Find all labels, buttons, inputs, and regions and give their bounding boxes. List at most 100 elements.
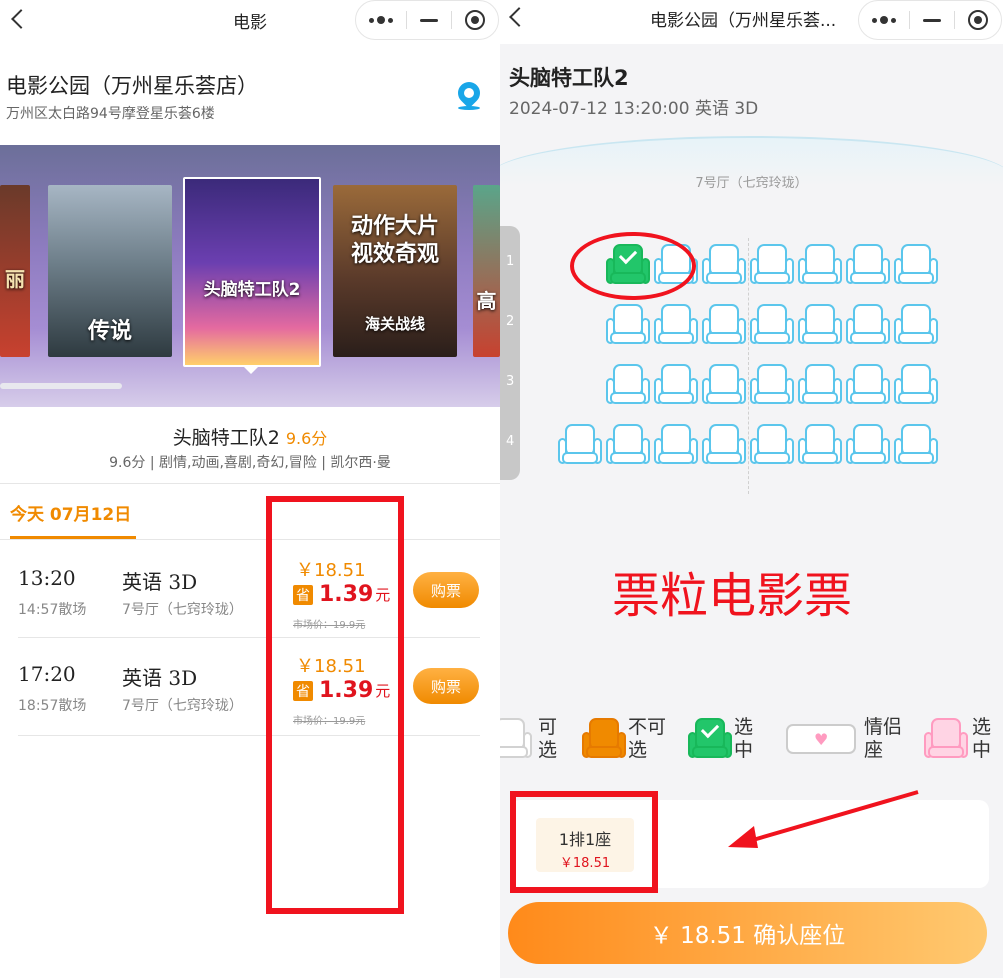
poster-3-title: 头脑特工队2 bbox=[203, 280, 301, 300]
seat-available[interactable] bbox=[894, 304, 938, 348]
seat-available[interactable] bbox=[894, 424, 938, 468]
seat-available[interactable] bbox=[702, 244, 746, 288]
show-end-time: 14:57散场 bbox=[18, 602, 87, 618]
location-pin-icon[interactable] bbox=[453, 77, 485, 109]
seat-available[interactable] bbox=[798, 244, 842, 288]
seat-available[interactable] bbox=[702, 424, 746, 468]
session-info: 2024-07-12 13:20:00 英语 3D bbox=[509, 99, 759, 119]
legend-text: 不可 bbox=[628, 716, 667, 738]
legend-text: 可 bbox=[538, 716, 558, 738]
center-line bbox=[748, 238, 749, 494]
show-start-time: 13:20 bbox=[18, 566, 76, 590]
available-seat-icon bbox=[500, 718, 532, 762]
showtime-row[interactable]: 13:20 14:57散场 英语 3D 7号厅（七窍玲珑） ￥18.51 省 1… bbox=[0, 540, 500, 636]
unavailable-seat-icon bbox=[582, 718, 626, 762]
seat-available[interactable] bbox=[846, 244, 890, 288]
movie-title: 头脑特工队2 bbox=[172, 427, 280, 449]
row-number-bar: 1 2 3 4 bbox=[500, 226, 520, 480]
more-icon[interactable] bbox=[368, 16, 393, 24]
confirm-seat-button[interactable]: ￥ 18.51 确认座位 bbox=[508, 902, 987, 964]
seat-available[interactable] bbox=[846, 424, 890, 468]
row-label: 4 bbox=[506, 434, 515, 449]
legend-text: 中 bbox=[734, 739, 754, 761]
minimize-icon[interactable] bbox=[922, 18, 941, 22]
poster-5[interactable]: 高 bbox=[473, 185, 500, 357]
annotation-red-circle bbox=[570, 232, 696, 300]
seat-available[interactable] bbox=[702, 364, 746, 408]
legend-text: 座 bbox=[864, 739, 884, 761]
legend-couple-selected: 选中 bbox=[972, 716, 991, 762]
show-language: 英语 3D bbox=[122, 570, 198, 594]
nav-title: 电影公园（万州星乐荟... bbox=[650, 11, 837, 31]
seat-available[interactable] bbox=[750, 244, 794, 288]
legend-selected: 选中 bbox=[734, 716, 753, 762]
seat-available[interactable] bbox=[654, 304, 698, 348]
selected-poster-caret bbox=[243, 366, 259, 374]
poster-2[interactable]: 传说 bbox=[48, 185, 172, 357]
seat-available[interactable] bbox=[798, 424, 842, 468]
poster-3-selected[interactable]: 头脑特工队2 bbox=[183, 177, 321, 367]
seat-available[interactable] bbox=[702, 304, 746, 348]
divider bbox=[0, 483, 500, 484]
selected-seat-icon bbox=[688, 718, 732, 762]
seat-available[interactable] bbox=[750, 364, 794, 408]
seat-available[interactable] bbox=[894, 244, 938, 288]
watermark-text: 票粒电影票 bbox=[612, 568, 853, 624]
screenshot-root: 电影 电影公园（万州星乐荟店） 万州区太白路94号摩登星乐荟6楼 丽 传说 头脑… bbox=[0, 0, 1003, 978]
seat-available[interactable] bbox=[558, 424, 602, 468]
close-mini-program-icon[interactable] bbox=[968, 10, 989, 30]
location-pin-shadow bbox=[458, 106, 480, 110]
buy-ticket-button[interactable]: 购票 bbox=[413, 668, 479, 704]
legend-text: 选 bbox=[538, 739, 558, 761]
seat-available[interactable] bbox=[606, 364, 650, 408]
more-icon[interactable] bbox=[871, 16, 896, 24]
seat-available[interactable] bbox=[654, 424, 698, 468]
poster-4[interactable]: 动作大片视效奇观 海关战线 bbox=[333, 185, 457, 357]
cinema-name: 电影公园（万州星乐荟店） bbox=[6, 74, 258, 98]
seat-available[interactable] bbox=[894, 364, 938, 408]
hall-name: 7号厅（七窍玲珑） bbox=[695, 176, 808, 191]
seat-available[interactable] bbox=[798, 304, 842, 348]
show-language: 英语 3D bbox=[122, 666, 198, 690]
poster-5-title: 高 bbox=[476, 289, 497, 313]
couple-seat-icon: ♥ bbox=[786, 724, 856, 754]
annotation-arrow bbox=[728, 790, 919, 848]
seat-available[interactable] bbox=[606, 304, 650, 348]
legend-available: 可选 bbox=[538, 716, 557, 762]
seat-available[interactable] bbox=[798, 364, 842, 408]
seat-available[interactable] bbox=[654, 364, 698, 408]
row-label: 1 bbox=[506, 254, 515, 269]
seat-available[interactable] bbox=[606, 424, 650, 468]
seat-available[interactable] bbox=[846, 304, 890, 348]
mini-program-capsule bbox=[858, 0, 1002, 40]
seat-available[interactable] bbox=[846, 364, 890, 408]
showtime-row[interactable]: 17:20 18:57散场 英语 3D 7号厅（七窍玲珑） ￥18.51 省 1… bbox=[0, 636, 500, 732]
legend-text: 选 bbox=[972, 716, 992, 738]
show-start-time: 17:20 bbox=[18, 662, 76, 686]
legend-text: 选 bbox=[734, 716, 754, 738]
show-hall: 7号厅（七窍玲珑） bbox=[122, 602, 243, 618]
legend-text: 情侣 bbox=[864, 716, 903, 738]
cinema-address: 万州区太白路94号摩登星乐荟6楼 bbox=[6, 106, 215, 122]
buy-ticket-button[interactable]: 购票 bbox=[413, 572, 479, 608]
minimize-icon[interactable] bbox=[419, 18, 438, 22]
close-mini-program-icon[interactable] bbox=[465, 10, 486, 30]
show-end-time: 18:57散场 bbox=[18, 698, 87, 714]
row-label: 2 bbox=[506, 314, 515, 329]
annotation-red-box bbox=[266, 496, 404, 914]
legend-couple: 情侣座 bbox=[864, 716, 902, 762]
seat-available[interactable] bbox=[750, 424, 794, 468]
seat-available[interactable] bbox=[750, 304, 794, 348]
poster-1[interactable]: 丽 bbox=[0, 185, 30, 357]
poster-1-title: 丽 bbox=[5, 267, 25, 291]
legend-text: 中 bbox=[972, 739, 992, 761]
movie-score: 9.6分 bbox=[285, 429, 328, 448]
couple-selected-seat-icon bbox=[924, 718, 968, 762]
poster-2-title: 传说 bbox=[87, 319, 132, 344]
poster-4-subtitle: 海关战线 bbox=[364, 315, 425, 333]
date-tab-today[interactable]: 今天 07月12日 bbox=[10, 500, 131, 525]
cinema-detail-page: 电影 电影公园（万州星乐荟店） 万州区太白路94号摩登星乐荟6楼 丽 传说 头脑… bbox=[0, 0, 500, 978]
legend-unavailable: 不可选 bbox=[628, 716, 666, 762]
movie-meta: 9.6分 | 剧情,动画,喜剧,奇幻,冒险 | 凯尔西·曼 bbox=[109, 455, 391, 471]
row-label: 3 bbox=[506, 374, 515, 389]
